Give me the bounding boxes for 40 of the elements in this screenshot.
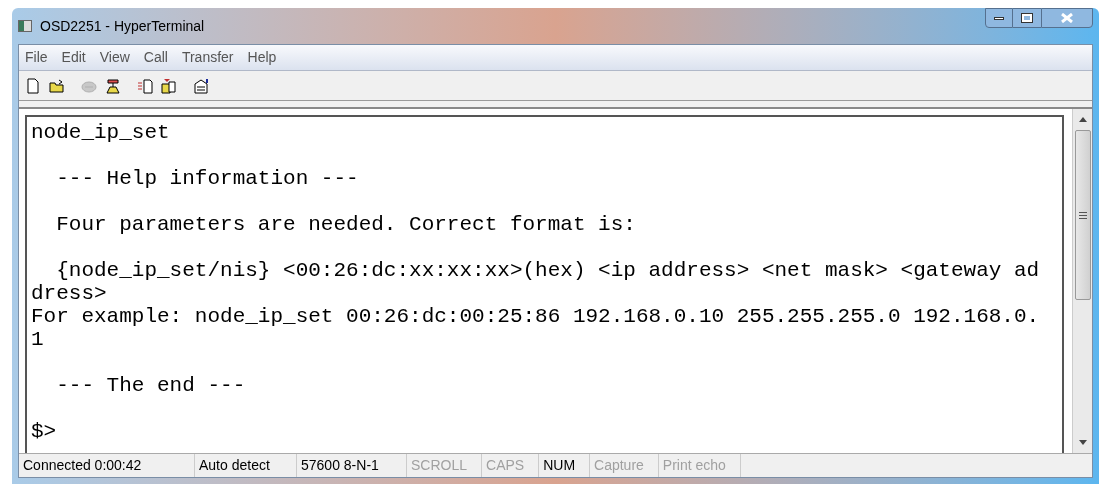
terminal-line: For example: node_ip_set 00:26:dc:00:25:86 192.168.0.10 255.255.255.0 192.168.0. — [31, 305, 1040, 328]
grip-icon — [1078, 211, 1087, 219]
telephone-icon — [105, 77, 121, 94]
menu-item[interactable]: Call — [139, 47, 172, 68]
status-field: Capture — [590, 454, 659, 477]
close-icon — [1061, 13, 1073, 23]
terminal-line: 1 — [31, 328, 44, 351]
menu-item[interactable]: Transfer — [177, 47, 238, 68]
folder-icon — [49, 77, 65, 94]
maximize-button[interactable] — [1013, 8, 1041, 28]
properties-icon — [193, 77, 209, 94]
status-field: NUM — [539, 454, 591, 477]
scroll-down-icon — [1078, 440, 1087, 445]
terminal-line: --- The end --- — [55, 374, 246, 397]
terminal-line: $> — [31, 420, 57, 443]
menu-item[interactable]: Edit — [57, 47, 90, 68]
terminal-line: dress> — [31, 282, 107, 305]
status-field: Auto detect — [195, 454, 297, 477]
terminal-line: --- Help information --- — [55, 167, 359, 190]
scroll-up-icon — [1078, 117, 1087, 122]
menu-item[interactable]: View — [95, 47, 134, 68]
blank-page-icon — [25, 77, 41, 94]
close-button[interactable] — [1041, 8, 1093, 28]
status-field: Print echo — [658, 454, 741, 477]
folder-icon — [161, 77, 177, 94]
status-field: 57600 8-N-1 — [297, 454, 407, 477]
terminal-line: Four parameters are needed. Correct format is: — [55, 213, 636, 236]
terminal-line: {node_ip_set/nis} <00:26:dc:xx:xx:xx>(hex) <ip address> <net mask> <gateway ad — [55, 259, 1040, 282]
scrollbar[interactable] — [1072, 109, 1092, 453]
window-title: OSD2251 - HyperTerminal — [40, 16, 205, 36]
status-field: Connected 0:00:42 — [19, 454, 195, 477]
page-icon — [137, 77, 153, 94]
scroll-thumb[interactable] — [1074, 130, 1091, 300]
terminal-line: node_ip_set — [31, 121, 170, 144]
menu-item[interactable]: Help — [243, 47, 281, 68]
minimize-button[interactable] — [985, 8, 1013, 28]
status-field: CAPS — [482, 454, 540, 477]
menu-item[interactable]: File — [21, 47, 52, 68]
app-icon — [18, 20, 32, 32]
status-field: SCROLL — [407, 454, 483, 477]
